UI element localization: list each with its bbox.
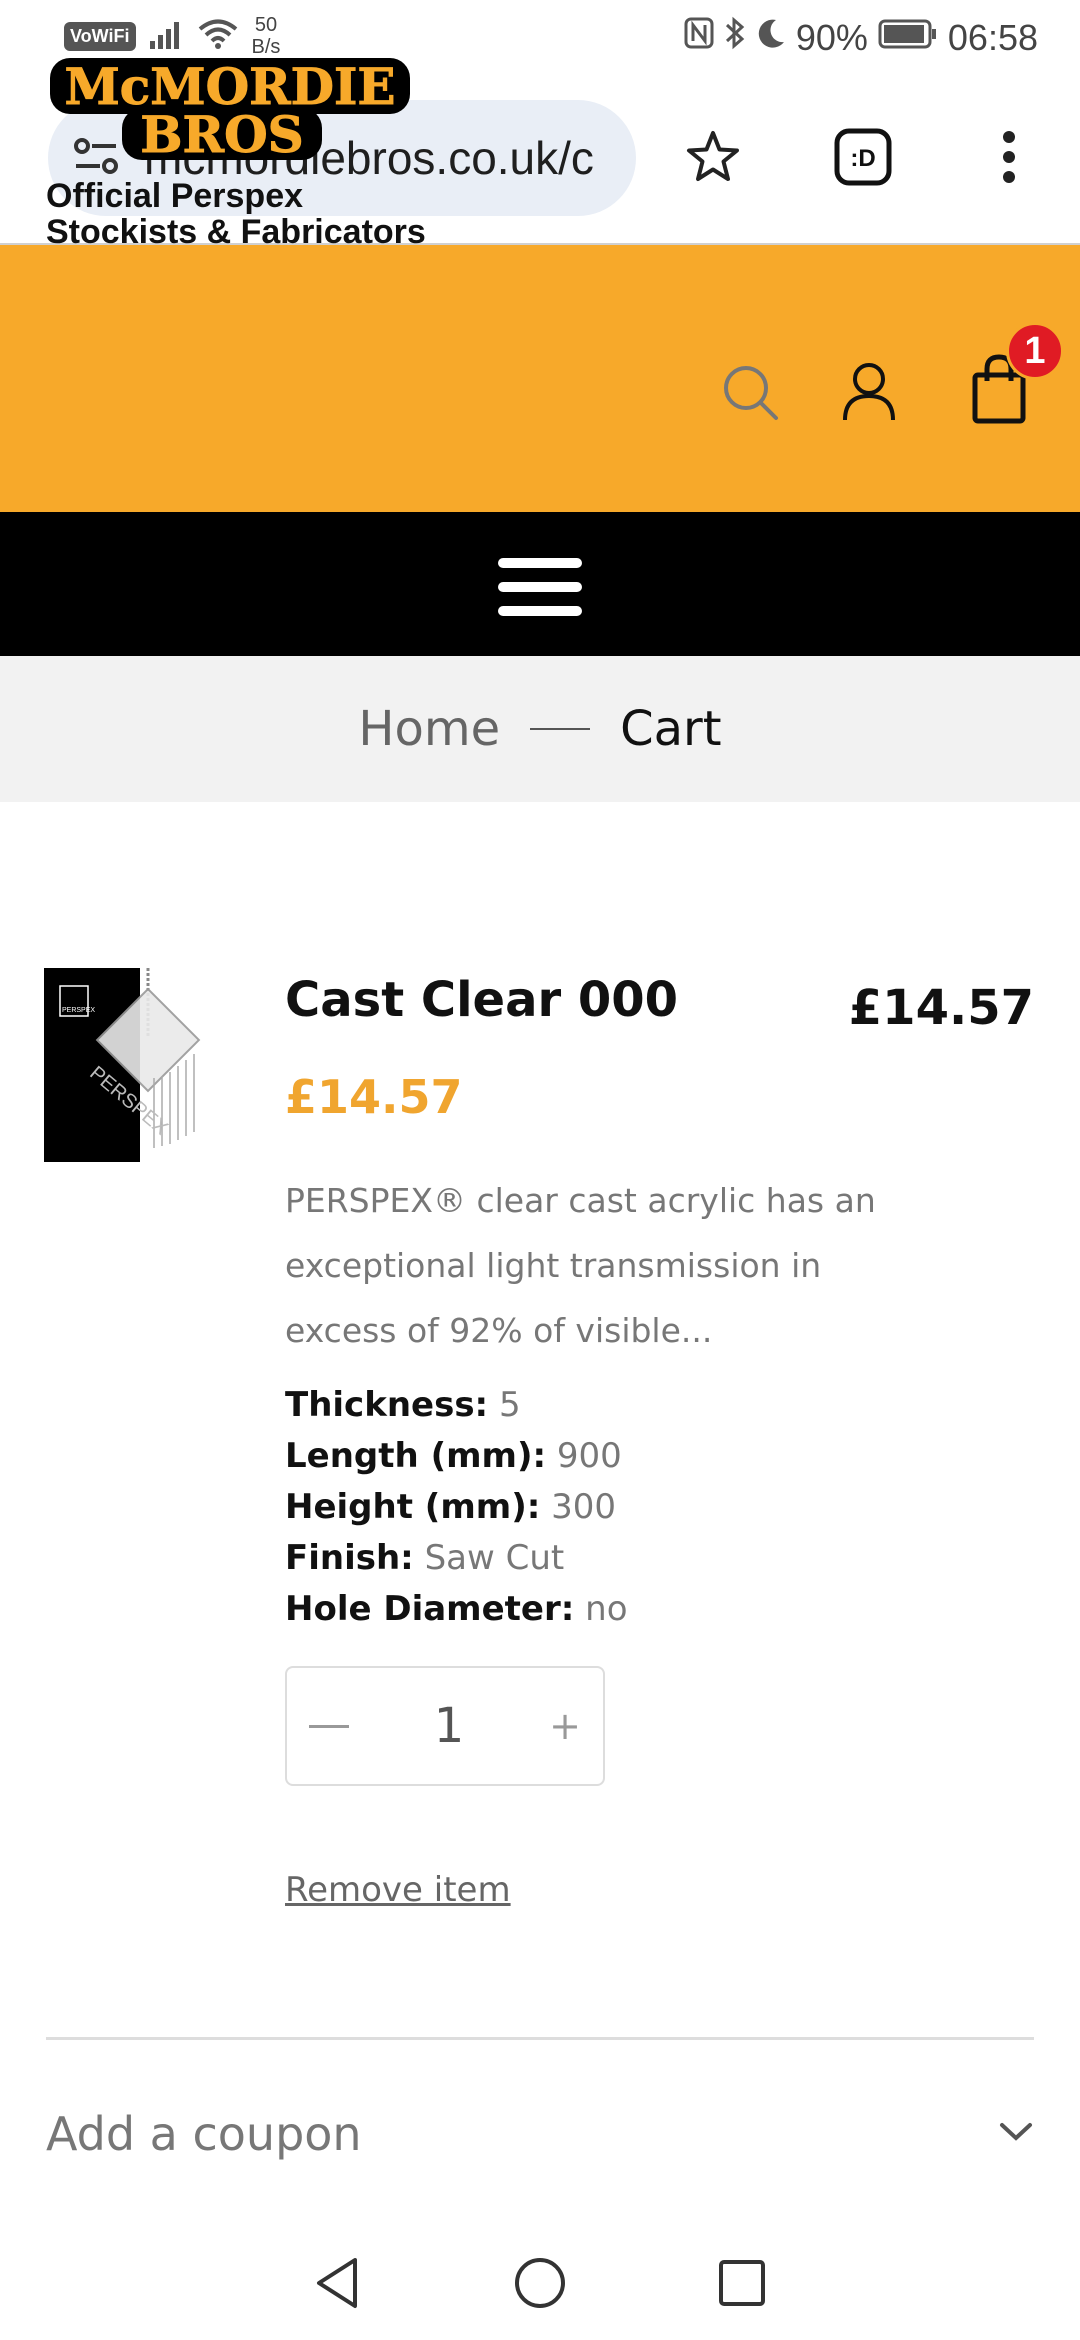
clock: 06:58	[947, 16, 1038, 58]
svg-text::D: :D	[850, 145, 875, 172]
home-circle-icon[interactable]	[513, 2256, 567, 2315]
decrease-quantity-button[interactable]	[309, 1724, 349, 1728]
attribute-finish: Finish: Saw Cut	[285, 1538, 565, 1578]
attribute-thickness: Thickness: 5	[285, 1385, 521, 1425]
breadcrumb-separator	[530, 728, 591, 730]
moon-icon	[756, 17, 786, 59]
breadcrumb-current: Cart	[620, 701, 722, 757]
account-icon[interactable]	[836, 358, 902, 426]
chevron-down-icon[interactable]	[998, 2121, 1034, 2148]
product-name[interactable]: Cast Clear 000	[285, 972, 678, 1028]
coupon-label[interactable]: Add a coupon	[46, 2107, 362, 2161]
vowifi-badge: VoWiFi	[64, 21, 136, 51]
increase-quantity-button[interactable]: +	[549, 1704, 581, 1748]
battery-percent: 90%	[795, 16, 868, 58]
breadcrumb-home[interactable]: Home	[358, 701, 500, 757]
cart-count-badge[interactable]: 1	[1006, 322, 1064, 380]
back-icon[interactable]	[313, 2256, 363, 2315]
site-logo[interactable]: McMORDIE BROS	[44, 48, 424, 178]
site-header	[0, 245, 1080, 512]
system-navigation	[0, 2230, 1080, 2340]
product-description: PERSPEX® clear cast acrylic has an excep…	[285, 1181, 876, 1350]
site-tagline: Official Perspex Stockists & Fabricators	[46, 177, 426, 251]
attribute-length: Length (mm): 900	[285, 1436, 622, 1476]
section-divider	[46, 2037, 1034, 2040]
bookmark-star-icon[interactable]	[678, 122, 748, 192]
svg-text:BROS: BROS	[140, 105, 303, 164]
status-right: 90% 06:58	[684, 16, 1038, 59]
product-thumbnail[interactable]: PERSPEX PERSPEX	[44, 968, 214, 1162]
nfc-icon	[684, 16, 714, 59]
breadcrumb: Home Cart	[0, 656, 1080, 802]
recents-square-icon[interactable]	[717, 2258, 767, 2313]
menu-icon[interactable]	[498, 558, 582, 616]
quantity-stepper: 1 +	[285, 1666, 605, 1786]
attribute-hole-diameter: Hole Diameter: no	[285, 1589, 628, 1629]
main-nav	[0, 512, 1080, 656]
extension-icon[interactable]: :D	[828, 122, 898, 192]
attribute-height: Height (mm): 300	[285, 1487, 617, 1527]
unit-price: £14.57	[285, 1070, 463, 1124]
line-total: £14.57	[848, 980, 1034, 1036]
product-attributes: Thickness: 5 Length (mm): 900 Height (mm…	[285, 1380, 628, 1635]
overflow-menu-icon[interactable]	[974, 122, 1044, 192]
search-icon[interactable]	[718, 360, 784, 426]
quantity-value[interactable]: 1	[434, 1698, 465, 1754]
svg-text:PERSPEX: PERSPEX	[62, 1007, 95, 1014]
remove-item-link[interactable]: Remove item	[285, 1870, 511, 1910]
coupon-toggle[interactable]: Add a coupon	[46, 2094, 1034, 2174]
battery-icon	[878, 17, 938, 59]
bluetooth-icon	[724, 16, 746, 59]
